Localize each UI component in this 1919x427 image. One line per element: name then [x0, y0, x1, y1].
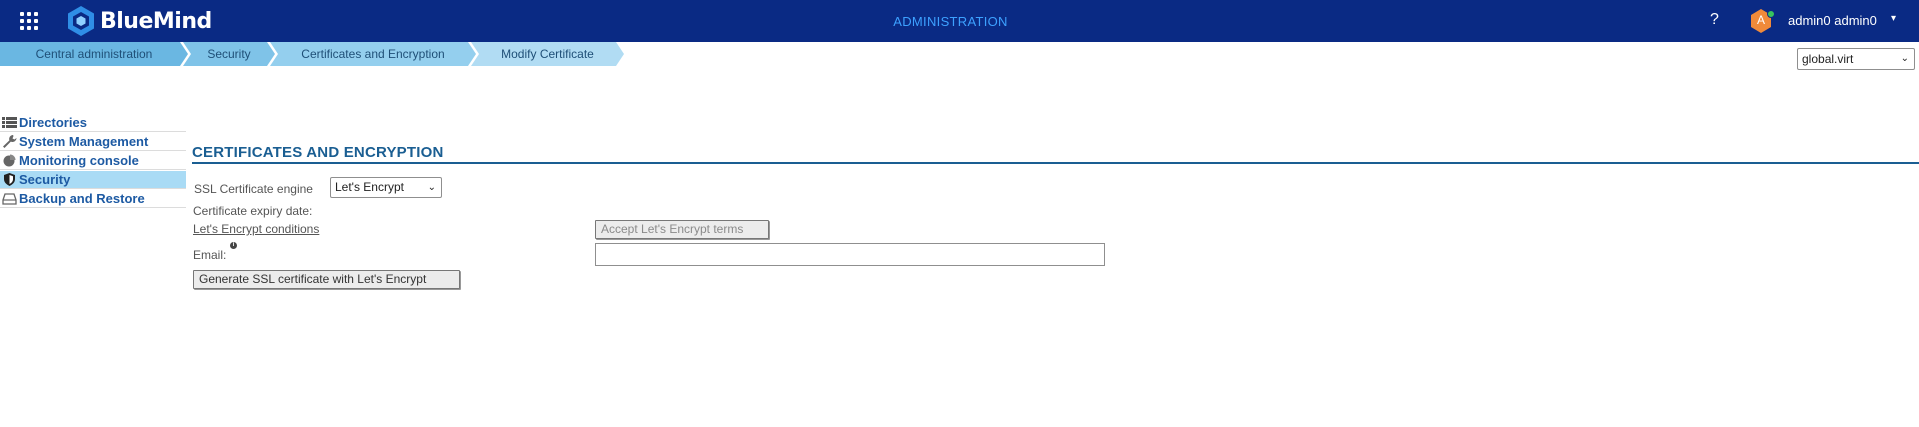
list-icon: [1, 116, 17, 130]
email-field[interactable]: [595, 243, 1105, 266]
user-name[interactable]: admin0 admin0: [1788, 13, 1877, 28]
sidebar-item-directories[interactable]: Directories: [0, 114, 186, 132]
help-icon[interactable]: ?: [1710, 11, 1719, 29]
domain-select-value: global.virt: [1802, 52, 1854, 66]
generate-certificate-button[interactable]: Generate SSL certificate with Let's Encr…: [193, 270, 460, 289]
ssl-engine-select[interactable]: Let's Encrypt ⌄: [330, 177, 442, 198]
breadcrumb-label: Certificates and Encryption: [301, 47, 445, 61]
accept-terms-button[interactable]: Accept Let's Encrypt terms: [595, 220, 769, 239]
title-divider: [192, 162, 1919, 164]
sidebar-item-security[interactable]: Security: [0, 171, 186, 189]
email-label: Email:: [193, 248, 227, 262]
breadcrumb-label: Central administration: [35, 47, 153, 61]
letsencrypt-conditions-link[interactable]: Let's Encrypt conditions: [193, 222, 319, 236]
sidebar: Directories System Management Monitoring…: [0, 114, 186, 209]
sidebar-item-monitoring-console[interactable]: Monitoring console: [0, 152, 186, 170]
sidebar-item-label: Backup and Restore: [19, 191, 145, 206]
ssl-engine-value: Let's Encrypt: [335, 180, 404, 194]
breadcrumb-item-modify-certificate[interactable]: Modify Certificate: [471, 42, 624, 66]
breadcrumb-label: Modify Certificate: [501, 47, 594, 61]
breadcrumb: Central administration Security Certific…: [0, 42, 640, 66]
sidebar-item-label: Monitoring console: [19, 153, 139, 168]
wrench-icon: [1, 135, 17, 149]
presence-dot-icon: [1767, 10, 1775, 18]
drive-icon: [1, 192, 17, 206]
chevron-down-icon: ⌄: [1900, 53, 1909, 64]
breadcrumb-item-certificates[interactable]: Certificates and Encryption: [270, 42, 476, 66]
domain-select[interactable]: global.virt ⌄: [1797, 48, 1915, 70]
breadcrumb-item-security[interactable]: Security: [183, 42, 275, 66]
sidebar-item-system-management[interactable]: System Management: [0, 133, 186, 151]
shield-icon: [1, 173, 17, 187]
user-menu-caret-icon[interactable]: ▾: [1891, 13, 1896, 24]
sidebar-item-label: System Management: [19, 134, 149, 149]
sidebar-item-label: Security: [19, 172, 71, 187]
pie-chart-icon: [1, 154, 17, 168]
ssl-engine-label: SSL Certificate engine: [194, 182, 313, 196]
chevron-down-icon: ⌄: [427, 182, 436, 193]
section-title: ADMINISTRATION: [893, 14, 1008, 29]
breadcrumb-item-central-administration[interactable]: Central administration: [0, 42, 188, 66]
sidebar-item-backup-restore[interactable]: Backup and Restore: [0, 190, 186, 208]
avatar[interactable]: A: [1750, 9, 1775, 33]
top-bar: BlueMind ADMINISTRATION ? A admin0 admin…: [0, 0, 1919, 42]
breadcrumb-label: Security: [207, 47, 251, 61]
sidebar-item-label: Directories: [19, 115, 87, 130]
info-icon[interactable]: i: [230, 242, 237, 249]
certificate-expiry-label: Certificate expiry date:: [193, 204, 313, 218]
page-title: CERTIFICATES AND ENCRYPTION: [192, 144, 444, 161]
